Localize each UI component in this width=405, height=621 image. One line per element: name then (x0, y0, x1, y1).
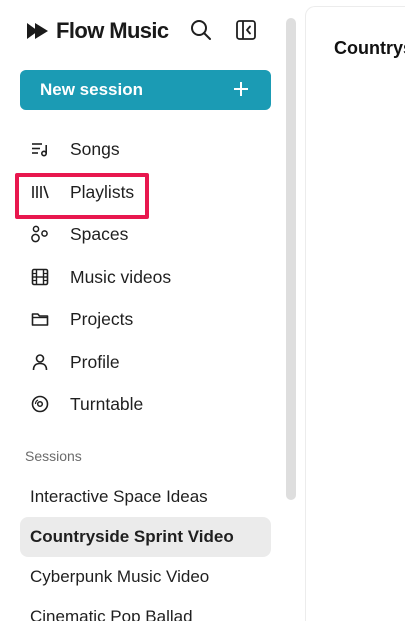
nav-label-music-videos: Music videos (70, 266, 172, 287)
nav-item-playlists[interactable]: Playlists (20, 173, 271, 211)
page-title: Countryside Sprint Video (334, 38, 405, 58)
brand[interactable]: Flow Music (26, 16, 169, 46)
search-icon (191, 20, 211, 40)
songs-list-icon (30, 139, 50, 159)
nav-item-songs[interactable]: Songs (20, 130, 271, 168)
person-icon (30, 352, 50, 372)
nav-label-projects: Projects (70, 308, 134, 329)
sidebar: Flow Music New session Songs Playlists S… (0, 0, 282, 621)
new-session-button[interactable]: New session (20, 70, 271, 110)
nav-label-turntable: Turntable (70, 393, 144, 414)
collapse-sidebar-button[interactable] (234, 18, 258, 42)
plus-icon (234, 82, 248, 96)
sidebar-scrollbar[interactable] (286, 18, 296, 500)
flow-music-logo-icon (27, 23, 48, 39)
search-button[interactable] (189, 18, 213, 42)
main-panel: Countryside Sprint Video (305, 6, 405, 621)
spaces-icon (30, 224, 50, 244)
session-item[interactable]: Cyberpunk Music Video (20, 557, 271, 597)
session-item[interactable]: Cinematic Pop Ballad (20, 597, 271, 621)
library-icon (30, 182, 50, 202)
turntable-icon (30, 394, 50, 414)
nav-item-turntable[interactable]: Turntable (20, 385, 271, 423)
session-item[interactable]: Interactive Space Ideas (20, 477, 271, 517)
nav-item-projects[interactable]: Projects (20, 300, 271, 338)
app-name: Flow Music (56, 18, 169, 43)
folder-icon (30, 309, 50, 329)
nav-label-profile: Profile (70, 351, 120, 372)
new-session-label: New session (40, 80, 143, 99)
nav-item-music-videos[interactable]: Music videos (20, 258, 271, 296)
nav-label-playlists: Playlists (70, 181, 135, 202)
sidebar-collapse-icon (236, 20, 256, 40)
film-icon (30, 267, 50, 287)
nav-item-spaces[interactable]: Spaces (20, 215, 271, 253)
nav-label-spaces: Spaces (70, 223, 129, 244)
session-item-active[interactable]: Countryside Sprint Video (20, 517, 271, 557)
sessions-section-title: Sessions (25, 448, 82, 464)
nav-item-profile[interactable]: Profile (20, 343, 271, 381)
nav-label-songs: Songs (70, 138, 120, 159)
